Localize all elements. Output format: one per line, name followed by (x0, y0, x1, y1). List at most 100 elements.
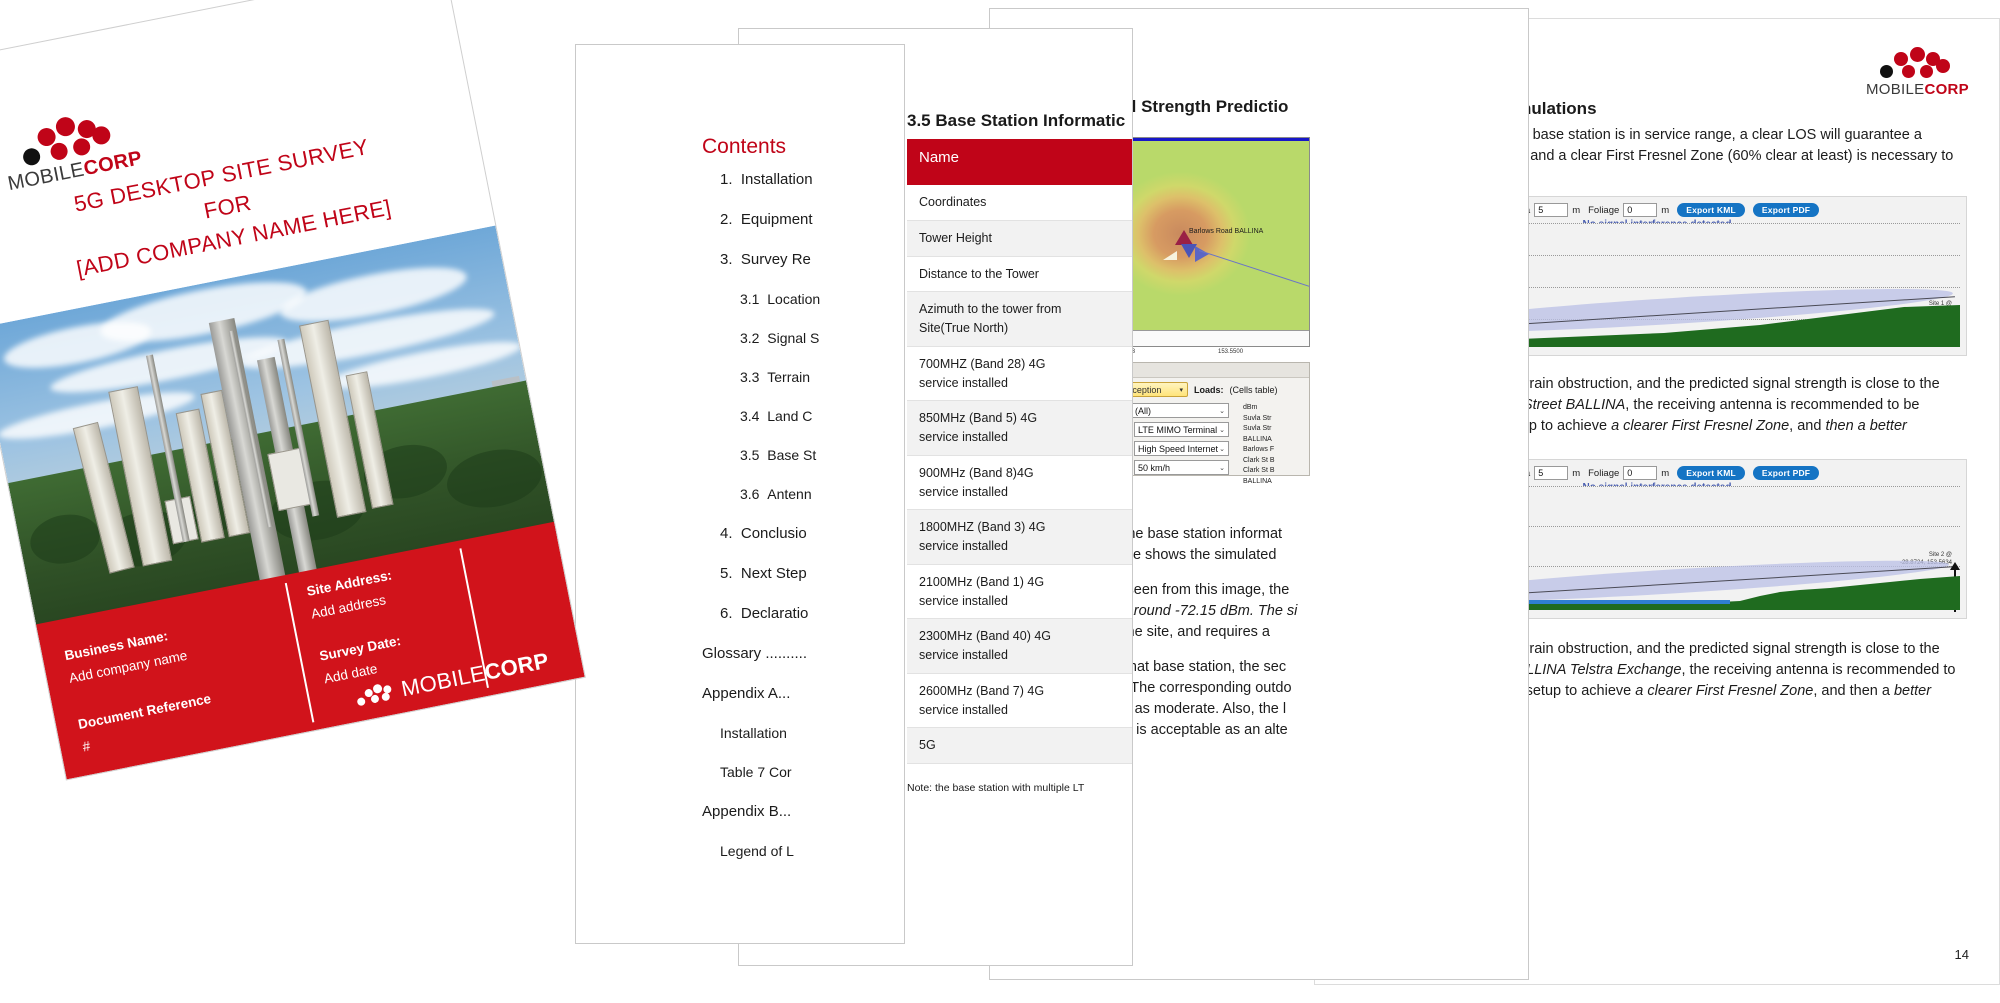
table-row: 2100MHz (Band 1) 4G service installed (907, 564, 1133, 619)
service-select[interactable]: High Speed Internet⌄ (1134, 441, 1229, 456)
toc-item[interactable]: Installation (720, 725, 905, 741)
row-value (1077, 510, 1133, 565)
loads-label: Loads: (1194, 385, 1224, 395)
cell-item: Suvla Str (1243, 414, 1275, 425)
chart1-antenna-input[interactable] (1534, 203, 1568, 217)
cover-field-business-name: Business Name: Add company name (63, 603, 288, 691)
table-col-name: Name (907, 139, 1077, 185)
page-cover: MOBILECORP 5G DESKTOP SITE SURVEY FOR [A… (0, 0, 586, 781)
map-x-tick-2: 153.5500 (1218, 349, 1243, 355)
table-row: 5G (907, 728, 1133, 764)
table-col-value (1077, 139, 1133, 185)
chart2-export-pdf-button[interactable]: Export PDF (1753, 466, 1819, 480)
toc-item[interactable]: 3.6 Antenn (740, 486, 905, 502)
contents-heading: Contents (702, 135, 786, 159)
better-phrase-2: better (1894, 683, 1931, 699)
row-label: 5G (907, 728, 1077, 764)
chart2-antenna-input[interactable] (1534, 466, 1568, 480)
row-label: Azimuth to the tower from Site(True Nort… (907, 292, 1077, 347)
chart2-export-kml-button[interactable]: Export KML (1677, 466, 1745, 480)
row-label: 2100MHz (Band 1) 4G service installed (907, 564, 1077, 619)
document-mockup-stage: MOBILECORP 3.6 Antenna Height simulation… (0, 0, 2000, 1003)
toc-item[interactable]: Legend of L (720, 843, 905, 859)
toc-item[interactable]: 3.3 Terrain (740, 369, 905, 385)
mobilecorp-mark-icon (1880, 47, 1954, 81)
station-name-2: BALLINA Telstra Exchange (1507, 662, 1682, 678)
page-cover-wrapper: MOBILECORP 5G DESKTOP SITE SURVEY FOR [A… (0, 0, 586, 781)
table-row: Tower Height (907, 220, 1133, 256)
table-row: Coordinates (907, 185, 1133, 220)
row-label: 2600MHz (Band 7) 4G service installed (907, 673, 1077, 728)
cover-field-doc-ref: Document Reference # (76, 672, 301, 760)
toc-item[interactable]: 6. Declaratio (720, 605, 905, 622)
table-row: Azimuth to the tower from Site(True Nort… (907, 292, 1133, 347)
table-note: Note: the base station with multiple LT (907, 782, 1133, 794)
cell-item: BALLINA (1243, 435, 1275, 446)
cell-item: BALLINA (1243, 477, 1275, 488)
cell-item: Clark St B (1243, 466, 1275, 477)
cells-header: dBm (1243, 403, 1275, 414)
page-contents: Contents 1. Installation 2. Equipment 3.… (575, 44, 905, 944)
toc-item[interactable]: Appendix A... (702, 685, 905, 702)
layer-select[interactable]: (All)⌄ (1131, 403, 1229, 418)
toc-item[interactable]: 1. Installation (720, 171, 905, 188)
row-label: 700MHZ (Band 28) 4G service installed (907, 346, 1077, 401)
row-value (1077, 673, 1133, 728)
table-row: 850MHz (Band 5) 4G service installed (907, 401, 1133, 456)
row-label: 1800MHZ (Band 3) 4G service installed (907, 510, 1077, 565)
table-header-row: Name (907, 139, 1133, 185)
chart1-foliage-field: Foliage m (1588, 203, 1669, 217)
terminal-select[interactable]: LTE MIMO Terminal⌄ (1134, 422, 1229, 437)
page-number: 14 (1955, 947, 1969, 962)
toc-item[interactable]: 5. Next Step (720, 565, 905, 582)
table-row: Distance to the Tower (907, 256, 1133, 292)
mobilecorp-mark-icon (355, 681, 398, 708)
mobility-select[interactable]: 50 km/h⌄ (1134, 460, 1229, 475)
toc-item[interactable]: 3.5 Base St (740, 447, 905, 463)
base-station-table: Name Coordinates Tower Height Distance t… (907, 139, 1133, 764)
row-value (1077, 564, 1133, 619)
table-row: 2600MHz (Band 7) 4G service installed (907, 673, 1133, 728)
toc-item[interactable]: Table 7 Cor (720, 764, 905, 780)
table-row: 900MHz (Band 8)4G service installed (907, 455, 1133, 510)
toc-item[interactable]: Glossary .......... (702, 645, 905, 662)
row-label: 850MHz (Band 5) 4G service installed (907, 401, 1077, 456)
mobilecorp-wordmark: MOBILECORP (1866, 81, 1969, 98)
row-value (1077, 256, 1133, 292)
row-value (1077, 455, 1133, 510)
better-phrase-1: then a better (1825, 418, 1906, 434)
row-label: Coordinates (907, 185, 1077, 220)
cell-item: Clark St B (1243, 456, 1275, 467)
fresnel-phrase-2: a clearer First Fresnel Zone (1635, 683, 1813, 699)
cell-item: Barlows F (1243, 445, 1275, 456)
toc-item[interactable]: 4. Conclusio (720, 525, 905, 542)
chart1-export-pdf-button[interactable]: Export PDF (1753, 203, 1819, 217)
table-row: 1800MHZ (Band 3) 4G service installed (907, 510, 1133, 565)
row-value (1077, 619, 1133, 674)
toc-item[interactable]: 3.2 Signal S (740, 330, 905, 346)
table-row: 700MHZ (Band 28) 4G service installed (907, 346, 1133, 401)
toc-item[interactable]: 2. Equipment (720, 211, 905, 228)
table-body: Coordinates Tower Height Distance to the… (907, 185, 1133, 764)
cells-list: dBm Suvla Str Suvla Str BALLINA Barlows … (1243, 403, 1275, 487)
section-heading-base-station: 3.5 Base Station Informatic (907, 111, 1125, 131)
chart1-foliage-input[interactable] (1623, 203, 1657, 217)
loads-value: (Cells table) (1230, 385, 1278, 395)
row-label: Distance to the Tower (907, 256, 1077, 292)
row-value (1077, 346, 1133, 401)
row-label: 900MHz (Band 8)4G service installed (907, 455, 1077, 510)
row-value (1077, 292, 1133, 347)
cell-item: Suvla Str (1243, 424, 1275, 435)
chart1-export-kml-button[interactable]: Export KML (1677, 203, 1745, 217)
chart2-foliage-input[interactable] (1623, 466, 1657, 480)
toc-item[interactable]: 3.1 Location (740, 291, 905, 307)
toc-item[interactable]: Appendix B... (702, 803, 905, 820)
row-label: Tower Height (907, 220, 1077, 256)
row-label: 2300MHz (Band 40) 4G service installed (907, 619, 1077, 674)
row-value (1077, 728, 1133, 764)
toc-item[interactable]: 3. Survey Re (720, 251, 905, 268)
map-site-label: Barlows Road BALLINA (1189, 228, 1263, 235)
toc-item[interactable]: 3.4 Land C (740, 408, 905, 424)
table-row: 2300MHz (Band 40) 4G service installed (907, 619, 1133, 674)
row-value (1077, 220, 1133, 256)
